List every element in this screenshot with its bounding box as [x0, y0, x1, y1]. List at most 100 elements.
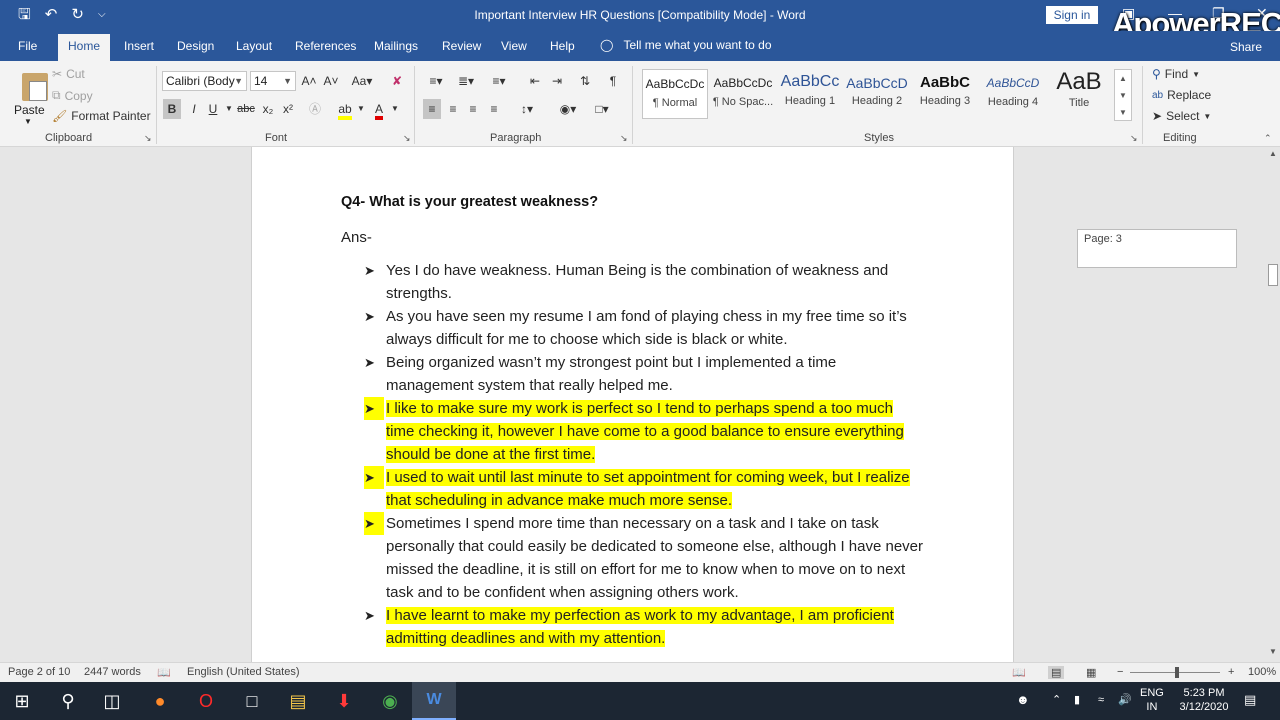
tab-mailings[interactable]: Mailings [374, 39, 418, 53]
style-normal[interactable]: AaBbCcDc ¶ Normal [642, 69, 708, 119]
chevron-down-icon[interactable]: ▼ [352, 99, 370, 119]
style-heading-4[interactable]: AaBbCcD Heading 4 [980, 69, 1046, 119]
text-effects-icon[interactable]: Ⓐ [306, 99, 324, 119]
notifications-icon[interactable]: ▤ [1244, 693, 1256, 707]
italic-button[interactable]: I [185, 99, 203, 119]
read-mode-icon[interactable]: 📖 [1012, 666, 1026, 679]
chevron-up-icon[interactable]: ▲ [1115, 70, 1131, 87]
search-icon[interactable]: ⚲ [46, 682, 90, 720]
people-icon[interactable]: ☻ [1016, 693, 1030, 707]
web-layout-icon[interactable]: ▦ [1086, 666, 1096, 679]
firefox-icon[interactable]: ● [138, 682, 182, 720]
style-heading-2[interactable]: AaBbCcD Heading 2 [844, 69, 910, 119]
zoom-slider-thumb[interactable] [1175, 667, 1179, 678]
dialog-launcher-icon[interactable]: ↘ [620, 133, 628, 144]
bold-button[interactable]: B [163, 99, 181, 119]
strikethrough-button[interactable]: abc [236, 99, 256, 119]
paste-button[interactable]: Paste ▼ [8, 65, 48, 127]
language-indicator[interactable]: English (United States) [187, 666, 300, 678]
windows-start-icon[interactable]: ⊞ [0, 682, 44, 720]
bullets-icon[interactable]: ≡▾ [424, 71, 448, 91]
numbering-icon[interactable]: ≣▾ [454, 71, 478, 91]
download-manager-icon[interactable]: ⬇ [322, 682, 366, 720]
scroll-down-icon[interactable]: ▼ [1269, 647, 1277, 656]
tab-view[interactable]: View [501, 39, 527, 53]
change-case-icon[interactable]: Aa▾ [348, 71, 376, 91]
multilevel-list-icon[interactable]: ≡▾ [486, 71, 512, 91]
tab-home[interactable]: Home [58, 34, 111, 61]
zoom-level[interactable]: 100% [1248, 666, 1276, 678]
shading-icon[interactable]: ◉▾ [554, 99, 582, 119]
tab-references[interactable]: References [295, 39, 356, 53]
style-heading-3[interactable]: AaBbC Heading 3 [912, 69, 978, 119]
format-painter-button[interactable]: 🖌 Format Painter [52, 109, 151, 123]
style-no-spacing[interactable]: AaBbCcDc ¶ No Spac... [710, 69, 776, 119]
sign-in-button[interactable]: Sign in [1046, 6, 1098, 24]
tell-me-search[interactable]: ◯ Tell me what you want to do [600, 38, 772, 52]
replace-button[interactable]: ab Replace [1152, 88, 1211, 102]
style-heading-1[interactable]: AaBbCc Heading 1 [777, 69, 843, 119]
tab-insert[interactable]: Insert [124, 39, 154, 53]
dialog-launcher-icon[interactable]: ↘ [1130, 133, 1138, 144]
proofing-icon[interactable]: 📖 [157, 666, 171, 679]
battery-icon[interactable]: ▮ [1074, 693, 1080, 707]
chevron-down-icon[interactable]: ▼ [1115, 87, 1131, 104]
show-marks-icon[interactable]: ¶ [604, 71, 622, 91]
notepad-icon[interactable]: □ [230, 682, 274, 720]
zoom-in-icon[interactable]: + [1228, 666, 1234, 678]
windows-taskbar: ⊞ ⚲ ◫ ● O □ ▤ ⬇ ◉ W ☻ ⌃ ▮ ≈ 🔊 ENG IN 5:2… [0, 682, 1280, 720]
clear-formatting-icon[interactable]: ✘ [388, 71, 406, 91]
grow-font-icon[interactable]: A˄ [300, 71, 318, 91]
vertical-scrollbar[interactable]: ▲ ▼ [1266, 147, 1280, 662]
opera-icon[interactable]: O [184, 682, 228, 720]
task-view-icon[interactable]: ◫ [90, 682, 134, 720]
word-taskbar-icon[interactable]: W [412, 682, 456, 720]
subscript-button[interactable]: x₂ [259, 99, 277, 119]
tab-file[interactable]: File [18, 39, 37, 53]
styles-gallery-scroll[interactable]: ▲ ▼ ▼ [1114, 69, 1132, 121]
increase-indent-icon[interactable]: ⇥ [548, 71, 566, 91]
document-area[interactable]: Q4- What is your greatest weakness? Ans-… [0, 147, 1280, 662]
page-count[interactable]: Page 2 of 10 [8, 666, 70, 678]
system-clock[interactable]: 5:23 PM 3/12/2020 [1174, 686, 1234, 714]
volume-icon[interactable]: 🔊 [1118, 693, 1132, 707]
chrome-icon[interactable]: ◉ [368, 682, 412, 720]
file-explorer-icon[interactable]: ▤ [276, 682, 320, 720]
align-left-button[interactable]: ≡ [423, 99, 441, 119]
align-center-button[interactable]: ≡ [444, 99, 462, 119]
select-button[interactable]: ➤ Select ▼ [1152, 109, 1211, 123]
shrink-font-icon[interactable]: A˅ [322, 71, 340, 91]
line-spacing-icon[interactable]: ↕▾ [512, 99, 542, 119]
chevron-down-icon[interactable]: ▼ [386, 99, 404, 119]
tab-help[interactable]: Help [550, 39, 575, 53]
collapse-ribbon-icon[interactable]: ⌃ [1264, 133, 1272, 144]
tab-design[interactable]: Design [177, 39, 214, 53]
scroll-up-icon[interactable]: ▲ [1269, 149, 1277, 158]
word-count[interactable]: 2447 words [84, 666, 141, 678]
justify-button[interactable]: ≡ [485, 99, 503, 119]
dialog-launcher-icon[interactable]: ↘ [144, 133, 152, 144]
cut-button[interactable]: ✂ Cut [52, 67, 85, 81]
borders-icon[interactable]: □▾ [588, 99, 616, 119]
zoom-out-icon[interactable]: − [1117, 666, 1123, 678]
print-layout-icon[interactable]: ▤ [1048, 666, 1065, 679]
scrollbar-thumb[interactable] [1268, 264, 1278, 286]
find-button[interactable]: ⚲ Find ▼ [1152, 67, 1200, 81]
align-right-button[interactable]: ≡ [464, 99, 482, 119]
copy-button[interactable]: ⧉ Copy [52, 88, 93, 103]
style-title[interactable]: AaB Title [1046, 69, 1112, 119]
sort-icon[interactable]: ⇅ [576, 71, 594, 91]
font-size-combo[interactable]: 14 ▼ [250, 71, 296, 91]
decrease-indent-icon[interactable]: ⇤ [526, 71, 544, 91]
tab-layout[interactable]: Layout [236, 39, 272, 53]
superscript-button[interactable]: x² [279, 99, 297, 119]
chevron-up-icon[interactable]: ⌃ [1052, 693, 1061, 707]
wifi-icon[interactable]: ≈ [1098, 693, 1104, 707]
dialog-launcher-icon[interactable]: ↘ [403, 133, 411, 144]
language-switcher[interactable]: ENG IN [1140, 686, 1164, 714]
share-button[interactable]: Share [1230, 40, 1262, 54]
tab-review[interactable]: Review [442, 39, 481, 53]
more-styles-icon[interactable]: ▼ [1115, 104, 1131, 121]
font-name-combo[interactable]: Calibri (Body ▼ [162, 71, 247, 91]
document-page[interactable]: Q4- What is your greatest weakness? Ans-… [251, 147, 1014, 662]
